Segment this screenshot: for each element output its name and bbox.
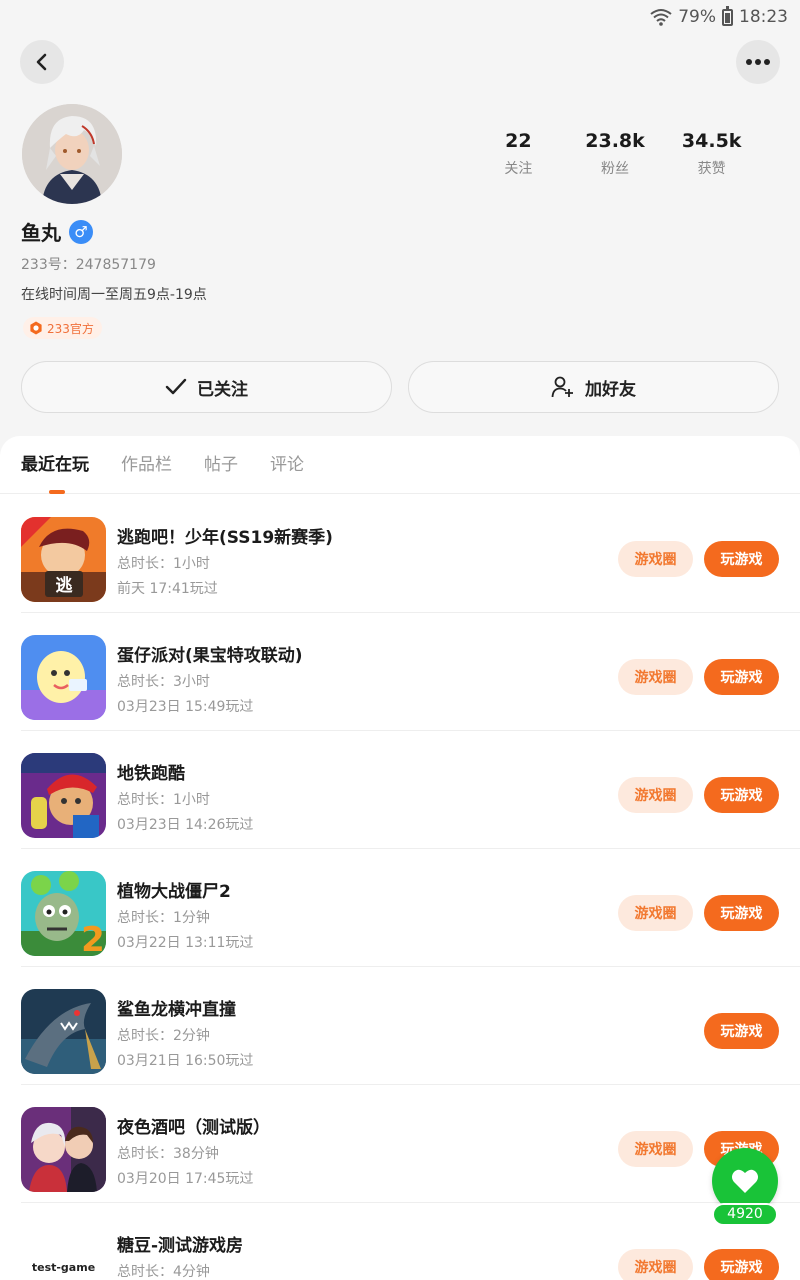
back-button[interactable]: [20, 40, 64, 84]
game-icon: test-game: [21, 1225, 106, 1280]
svg-text:逃: 逃: [56, 575, 74, 596]
followed-button[interactable]: 已关注: [21, 361, 392, 413]
game-last-played: 03月23日 14:26玩过: [117, 817, 254, 833]
game-title: 鲨鱼龙横冲直撞: [117, 1000, 236, 1020]
status-bar: 79% 18:23: [0, 0, 800, 34]
play-game-button[interactable]: 玩游戏: [704, 1013, 779, 1049]
user-name: 鱼丸: [21, 221, 61, 245]
profile-stats: 22 关注 23.8k 粉丝 34.5k 获赞: [470, 130, 760, 178]
game-last-played: 03月21日 16:50玩过: [117, 1053, 254, 1069]
game-last-played: 03月20日 17:45玩过: [117, 1171, 254, 1187]
game-row[interactable]: 2 植物大战僵尸2 总时长：1分钟 03月22日 13:11玩过 游戏圈 玩游戏: [0, 849, 800, 967]
game-icon: [21, 1107, 106, 1192]
game-title: 逃跑吧！少年(SS19新赛季): [117, 528, 333, 548]
stat-following[interactable]: 22 关注: [470, 130, 567, 178]
game-row[interactable]: 地铁跑酷 总时长：1小时 03月23日 14:26玩过 游戏圈 玩游戏: [0, 731, 800, 849]
battery-percent: 79%: [678, 7, 716, 27]
game-icon: [21, 753, 106, 838]
tab-recently-played[interactable]: 最近在玩: [21, 436, 89, 494]
battery-icon: [722, 5, 733, 26]
game-circle-button[interactable]: 游戏圈: [618, 541, 693, 577]
clock: 18:23: [739, 7, 788, 27]
stat-likes[interactable]: 34.5k 获赞: [663, 130, 760, 178]
game-icon-text: test-game: [31, 1261, 96, 1274]
check-icon: [165, 378, 187, 395]
game-title: 植物大战僵尸2: [117, 882, 231, 902]
add-friend-label: 加好友: [585, 379, 636, 400]
following-label: 关注: [504, 161, 533, 177]
game-row[interactable]: 逃 逃跑吧！少年(SS19新赛季) 总时长：1小时 前天 17:41玩过 游戏圈…: [0, 495, 800, 613]
chevron-left-icon: [36, 53, 47, 71]
badge-icon: [30, 321, 42, 335]
game-icon: [21, 989, 106, 1074]
more-button[interactable]: [736, 40, 780, 84]
game-row[interactable]: 鲨鱼龙横冲直撞 总时长：2分钟 03月21日 16:50玩过 玩游戏: [0, 967, 800, 1085]
svg-text:2: 2: [81, 920, 105, 956]
add-friend-button[interactable]: 加好友: [408, 361, 779, 413]
game-title: 糖豆-测试游戏房: [117, 1236, 244, 1256]
play-game-button[interactable]: 玩游戏: [704, 541, 779, 577]
game-icon: [21, 635, 106, 720]
game-row[interactable]: 夜色酒吧（测试版） 总时长：38分钟 03月20日 17:45玩过 游戏圈 玩游…: [0, 1085, 800, 1203]
avatar[interactable]: [22, 104, 122, 204]
wifi-icon: [650, 8, 672, 26]
game-circle-button[interactable]: 游戏圈: [618, 1131, 693, 1167]
following-count: 22: [505, 130, 532, 152]
game-duration: 总时长：1分钟: [117, 910, 210, 926]
game-duration: 总时长：4分钟: [117, 1264, 210, 1280]
tab-posts[interactable]: 帖子: [204, 436, 238, 494]
name-row: 鱼丸 ♂: [21, 217, 93, 246]
game-circle-button[interactable]: 游戏圈: [618, 777, 693, 813]
game-last-played: 03月23日 15:49玩过: [117, 699, 254, 715]
like-count: 4920: [712, 1203, 778, 1226]
game-circle-button[interactable]: 游戏圈: [618, 895, 693, 931]
game-duration: 总时长：3小时: [117, 674, 210, 690]
game-row[interactable]: test-game 糖豆-测试游戏房 总时长：4分钟 游戏圈 玩游戏: [0, 1203, 800, 1280]
male-icon: ♂: [69, 219, 93, 244]
user-id: 233号：247857179: [21, 257, 156, 273]
game-title: 夜色酒吧（测试版）: [117, 1118, 270, 1138]
tab-comments[interactable]: 评论: [270, 436, 304, 494]
game-duration: 总时长：38分钟: [117, 1146, 219, 1162]
game-duration: 总时长：1小时: [117, 792, 210, 808]
play-game-button[interactable]: 玩游戏: [704, 1249, 779, 1280]
followed-label: 已关注: [197, 379, 248, 400]
tab-works[interactable]: 作品栏: [121, 436, 172, 494]
game-last-played: 前天 17:41玩过: [117, 581, 218, 597]
tab-bar: 最近在玩 作品栏 帖子 评论: [0, 436, 800, 494]
game-duration: 总时长：2分钟: [117, 1028, 210, 1044]
add-user-icon: [551, 376, 573, 398]
game-title: 蛋仔派对(果宝特攻联动): [117, 646, 303, 666]
official-badge: 233官方: [23, 317, 102, 339]
heart-icon: [732, 1169, 758, 1193]
likes-label: 获赞: [697, 161, 726, 177]
play-game-button[interactable]: 玩游戏: [704, 659, 779, 695]
game-icon: 逃: [21, 517, 106, 602]
content-panel: 最近在玩 作品栏 帖子 评论 逃 逃跑吧！少年(SS19新赛季) 总时长：1小时…: [0, 436, 800, 1280]
game-duration: 总时长：1小时: [117, 556, 210, 572]
more-dots-icon: [746, 59, 770, 65]
game-circle-button[interactable]: 游戏圈: [618, 659, 693, 695]
badge-label: 233官方: [47, 321, 94, 336]
play-game-button[interactable]: 玩游戏: [704, 895, 779, 931]
fans-count: 23.8k: [585, 130, 645, 152]
game-last-played: 03月22日 13:11玩过: [117, 935, 254, 951]
game-circle-button[interactable]: 游戏圈: [618, 1249, 693, 1280]
game-row[interactable]: 蛋仔派对(果宝特攻联动) 总时长：3小时 03月23日 15:49玩过 游戏圈 …: [0, 613, 800, 731]
play-game-button[interactable]: 玩游戏: [704, 777, 779, 813]
stat-fans[interactable]: 23.8k 粉丝: [567, 130, 664, 178]
game-title: 地铁跑酷: [117, 764, 185, 784]
game-icon: 2: [21, 871, 106, 956]
likes-count: 34.5k: [681, 130, 742, 152]
user-bio: 在线时间周一至周五9点-19点: [21, 287, 207, 303]
fans-label: 粉丝: [601, 161, 629, 177]
